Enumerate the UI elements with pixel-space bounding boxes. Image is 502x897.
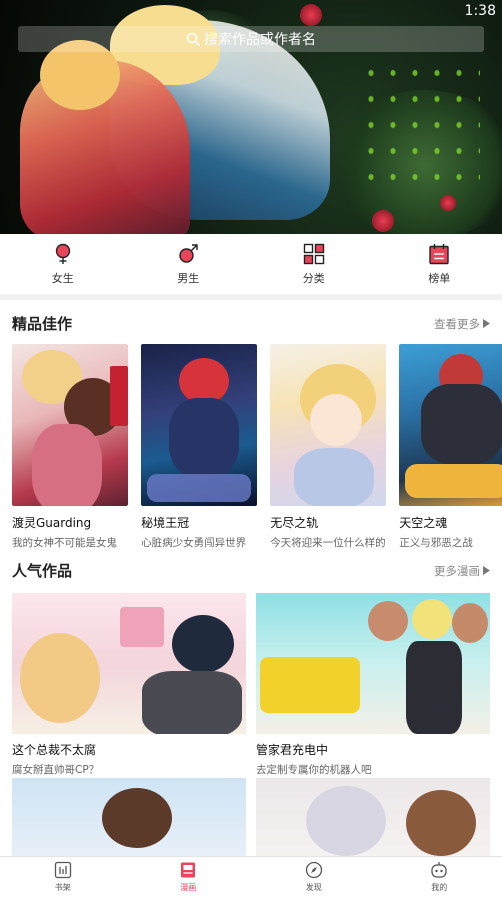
view-more-link[interactable]: 查看更多 bbox=[434, 316, 490, 332]
female-symbol-icon bbox=[55, 243, 70, 264]
tab-mine[interactable]: 我的 bbox=[377, 857, 502, 897]
comic-card-wide[interactable] bbox=[12, 778, 246, 858]
comic-title: 无尽之轨 bbox=[270, 516, 319, 530]
chevron-right-icon bbox=[483, 319, 490, 328]
search-bar[interactable]: 搜索作品或作者名 bbox=[18, 26, 484, 52]
comic-title: 秘境王冠 bbox=[141, 516, 190, 530]
comic-subtitle: 今天将迎来一位什么样的 bbox=[270, 537, 386, 549]
comic-subtitle: 正义与邪恶之战 bbox=[399, 537, 473, 549]
comic-card[interactable]: 天空之魂 正义与邪恶之战 bbox=[399, 344, 502, 549]
more-comics-link[interactable]: 更多漫画 bbox=[434, 563, 490, 579]
comic-card-wide[interactable]: 管家君充电中 去定制专属你的机器人吧 bbox=[256, 593, 490, 777]
comic-cover bbox=[12, 593, 246, 734]
category-label: 榜单 bbox=[428, 271, 451, 285]
app-screen: 1:38 搜索作品或作者名 女生 男生 分类 榜单 精品佳作 查看更多 渡灵Gu… bbox=[0, 0, 502, 897]
comic-cover bbox=[399, 344, 502, 506]
hero-banner[interactable]: 1:38 搜索作品或作者名 bbox=[0, 0, 502, 234]
comic-book-icon bbox=[181, 862, 196, 878]
section-title: 人气作品 bbox=[12, 562, 73, 580]
featured-list: 渡灵Guarding 我的女神不可能是女鬼 秘境王冠 心脏病少女勇闯异世界 无尽… bbox=[12, 344, 502, 549]
ranking-board-icon bbox=[429, 243, 449, 264]
category-nav: 女生 男生 分类 榜单 bbox=[0, 234, 502, 294]
comic-cover bbox=[12, 344, 128, 506]
category-label: 男生 bbox=[177, 271, 200, 285]
comic-cover bbox=[12, 778, 246, 858]
category-male[interactable]: 男生 bbox=[126, 234, 252, 294]
tab-label: 我的 bbox=[431, 883, 448, 892]
comic-subtitle: 心脏病少女勇闯异世界 bbox=[141, 537, 247, 549]
grid-icon bbox=[303, 243, 324, 264]
comic-card[interactable]: 渡灵Guarding 我的女神不可能是女鬼 bbox=[12, 344, 128, 549]
category-label: 女生 bbox=[51, 271, 74, 285]
comic-card-wide[interactable]: 这个总裁不太腐 腐女掰直帅哥CP？ bbox=[12, 593, 246, 777]
robot-face-icon bbox=[431, 862, 447, 878]
comic-title: 管家君充电中 bbox=[256, 743, 329, 757]
category-label: 分类 bbox=[302, 271, 325, 285]
tab-label: 书架 bbox=[54, 883, 71, 892]
comic-title: 这个总裁不太腐 bbox=[12, 743, 97, 757]
compass-icon bbox=[305, 861, 322, 879]
section-divider bbox=[0, 294, 502, 300]
popular-header: 人气作品 更多漫画 bbox=[12, 560, 490, 581]
comic-card[interactable]: 无尽之轨 今天将迎来一位什么样的 bbox=[270, 344, 387, 549]
section-title: 精品佳作 bbox=[12, 315, 73, 333]
comic-subtitle: 腐女掰直帅哥CP？ bbox=[12, 764, 100, 776]
tab-bookshelf[interactable]: 书架 bbox=[0, 857, 126, 897]
bookshelf-icon bbox=[54, 861, 71, 879]
comic-card-wide[interactable] bbox=[256, 778, 490, 858]
category-ranking[interactable]: 榜单 bbox=[377, 234, 502, 294]
tab-label: 漫画 bbox=[180, 883, 197, 892]
comic-subtitle: 我的女神不可能是女鬼 bbox=[12, 537, 117, 549]
comic-cover bbox=[256, 593, 490, 734]
featured-header: 精品佳作 查看更多 bbox=[12, 313, 490, 334]
comic-cover bbox=[256, 778, 490, 858]
category-female[interactable]: 女生 bbox=[0, 234, 126, 294]
comic-title: 天空之魂 bbox=[399, 516, 448, 530]
comic-card[interactable]: 秘境王冠 心脏病少女勇闯异世界 bbox=[141, 344, 258, 549]
comic-cover bbox=[270, 344, 387, 506]
search-placeholder: 搜索作品或作者名 bbox=[204, 32, 316, 48]
chevron-right-icon bbox=[483, 566, 490, 575]
comic-subtitle: 去定制专属你的机器人吧 bbox=[256, 764, 372, 776]
comic-title: 渡灵Guarding bbox=[12, 516, 92, 530]
comic-cover bbox=[141, 344, 258, 506]
tab-label: 发现 bbox=[305, 883, 322, 892]
male-symbol-icon bbox=[179, 243, 198, 263]
status-time: 1:38 bbox=[464, 3, 496, 19]
search-icon bbox=[186, 32, 200, 46]
category-classify[interactable]: 分类 bbox=[251, 234, 377, 294]
bottom-tab-bar: 书架 漫画 发现 我的 bbox=[0, 856, 502, 897]
tab-discover[interactable]: 发现 bbox=[251, 857, 377, 897]
tab-comics[interactable]: 漫画 bbox=[126, 857, 252, 897]
